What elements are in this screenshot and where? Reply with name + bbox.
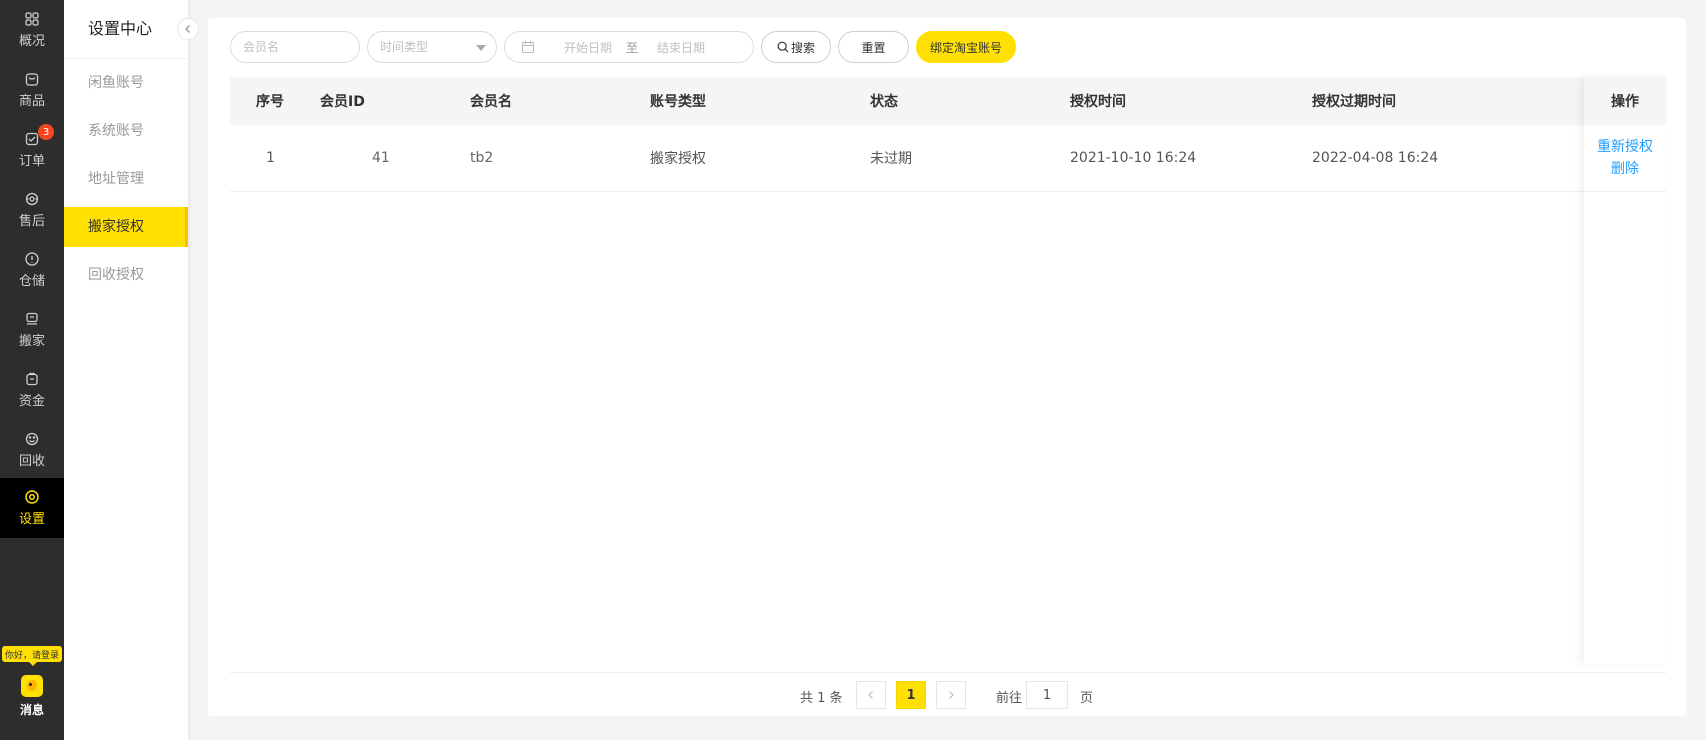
sidebar-item-recycle-auth[interactable]: 回收授权 [64,255,188,295]
col-status: 状态 [870,94,898,110]
nav-item-overview[interactable]: 概况 [0,0,64,60]
row-actions: 重新授权 删除 [1584,125,1666,192]
main-nav: 概况 商品 订单 3 售后 仓储 搬家 资金 回收 设置 你好，请登录 消息 [0,0,64,740]
search-button[interactable]: 搜索 [761,31,831,63]
settings-icon [24,489,40,505]
next-page-button[interactable] [936,681,966,709]
nav-label: 订单 [18,154,45,169]
nav-item-recycle[interactable]: 回收 [0,420,64,480]
nav-item-funds[interactable]: 资金 [0,360,64,420]
nav-label: 概况 [18,34,45,49]
goto-label: 前往 [996,691,1023,706]
cell-member-name: tb2 [470,150,544,166]
nav-item-warehouse[interactable]: 仓储 [0,240,64,300]
nav-item-orders[interactable]: 订单 3 [0,120,64,180]
search-icon [777,41,789,53]
filter-toolbar: 开始日期 至 结束日期 搜索 重置 绑定淘宝账号 [230,31,1630,65]
calendar-icon [521,41,535,54]
col-auth-time: 授权时间 [1070,94,1126,110]
move-icon [24,311,40,327]
nav-label: 资金 [18,394,45,409]
nav-label: 搬家 [18,334,45,349]
end-date-placeholder[interactable]: 结束日期 [657,39,705,56]
messages-label: 消息 [19,702,44,717]
col-member-name: 会员名 [470,94,512,110]
col-account-type: 账号类型 [650,94,706,110]
total-count: 共 1 条 [800,691,843,706]
nav-label: 仓储 [18,274,45,289]
reauthorize-link[interactable]: 重新授权 [1597,136,1653,158]
date-range-picker[interactable]: 开始日期 至 结束日期 [504,31,754,63]
start-date-placeholder[interactable]: 开始日期 [564,39,612,56]
chick-avatar-icon [21,674,43,697]
warehouse-icon [24,251,40,267]
nav-item-products[interactable]: 商品 [0,60,64,120]
reset-button[interactable]: 重置 [838,31,909,63]
nav-label: 设置 [18,512,45,527]
sidebar-item-system-account[interactable]: 系统账号 [64,111,188,151]
order-count-badge: 3 [38,124,54,140]
chevron-right-icon [949,691,954,699]
cell-auth-time: 2021-10-10 16:24 [1070,150,1197,166]
col-expire-time: 授权过期时间 [1312,94,1396,110]
recycle-icon [24,431,40,447]
sidebar-item-move-auth[interactable]: 搬家授权 [64,207,188,247]
nav-label: 回收 [18,454,45,469]
col-operations: 操作 [1584,77,1666,125]
chevron-left-icon [185,25,190,33]
headset-icon [24,191,40,207]
bag-icon [24,71,40,87]
nav-item-aftersales[interactable]: 售后 [0,180,64,240]
delete-link[interactable]: 删除 [1611,158,1639,180]
cell-status: 未过期 [870,151,912,167]
cell-account-type: 搬家授权 [650,151,706,167]
col-index: 序号 [256,94,284,110]
login-greeting-tooltip[interactable]: 你好，请登录 [2,646,62,666]
settings-sidebar: 设置中心 闲鱼账号 系统账号 地址管理 搬家授权 回收授权 [64,0,199,740]
search-label: 搜索 [790,40,815,55]
wallet-icon [24,371,40,387]
redacted-mask [338,150,372,166]
sidebar-title: 设置中心 [64,0,188,59]
redacted-mask [493,150,544,166]
dashboard-icon [24,11,40,27]
page-suffix: 页 [1080,691,1094,706]
page-number-current[interactable]: 1 [896,681,926,709]
member-name-input[interactable] [231,40,359,54]
operations-column: 操作 重新授权 删除 [1584,77,1666,664]
auth-table: 序号 会员ID 会员名 账号类型 状态 授权时间 授权过期时间 1 41 tb2… [230,77,1666,192]
chevron-left-icon [868,691,873,699]
caret-down-icon [476,45,486,51]
prev-page-button[interactable] [856,681,886,709]
table-row: 1 41 tb2 搬家授权 未过期 2021-10-10 16:24 2022-… [230,125,1666,192]
pagination: 共 1 条 1 前往 1 页 [208,681,1686,711]
nav-label: 商品 [18,94,45,109]
cell-member-id: 41 [338,150,390,166]
range-separator: 至 [626,40,639,55]
bind-taobao-button[interactable]: 绑定淘宝账号 [916,31,1016,63]
pager-divider [230,672,1666,673]
sidebar-item-address[interactable]: 地址管理 [64,159,188,199]
collapse-sidebar-button[interactable] [177,18,199,40]
content-card: 开始日期 至 结束日期 搜索 重置 绑定淘宝账号 序号 会员ID 会员名 账号类… [208,18,1686,716]
cell-expire-time: 2022-04-08 16:24 [1312,150,1439,166]
nav-label: 售后 [18,214,45,229]
nav-item-move[interactable]: 搬家 [0,300,64,360]
member-name-field[interactable] [230,31,360,63]
cell-index: 1 [266,150,275,166]
sidebar-item-xianyu-account[interactable]: 闲鱼账号 [64,63,188,103]
time-type-select[interactable] [367,31,497,63]
table-header: 序号 会员ID 会员名 账号类型 状态 授权时间 授权过期时间 [230,77,1666,125]
goto-page-input[interactable]: 1 [1026,681,1068,709]
nav-item-settings[interactable]: 设置 [0,478,64,538]
messages-button[interactable]: 消息 [0,668,64,724]
col-member-id: 会员ID [320,94,365,110]
